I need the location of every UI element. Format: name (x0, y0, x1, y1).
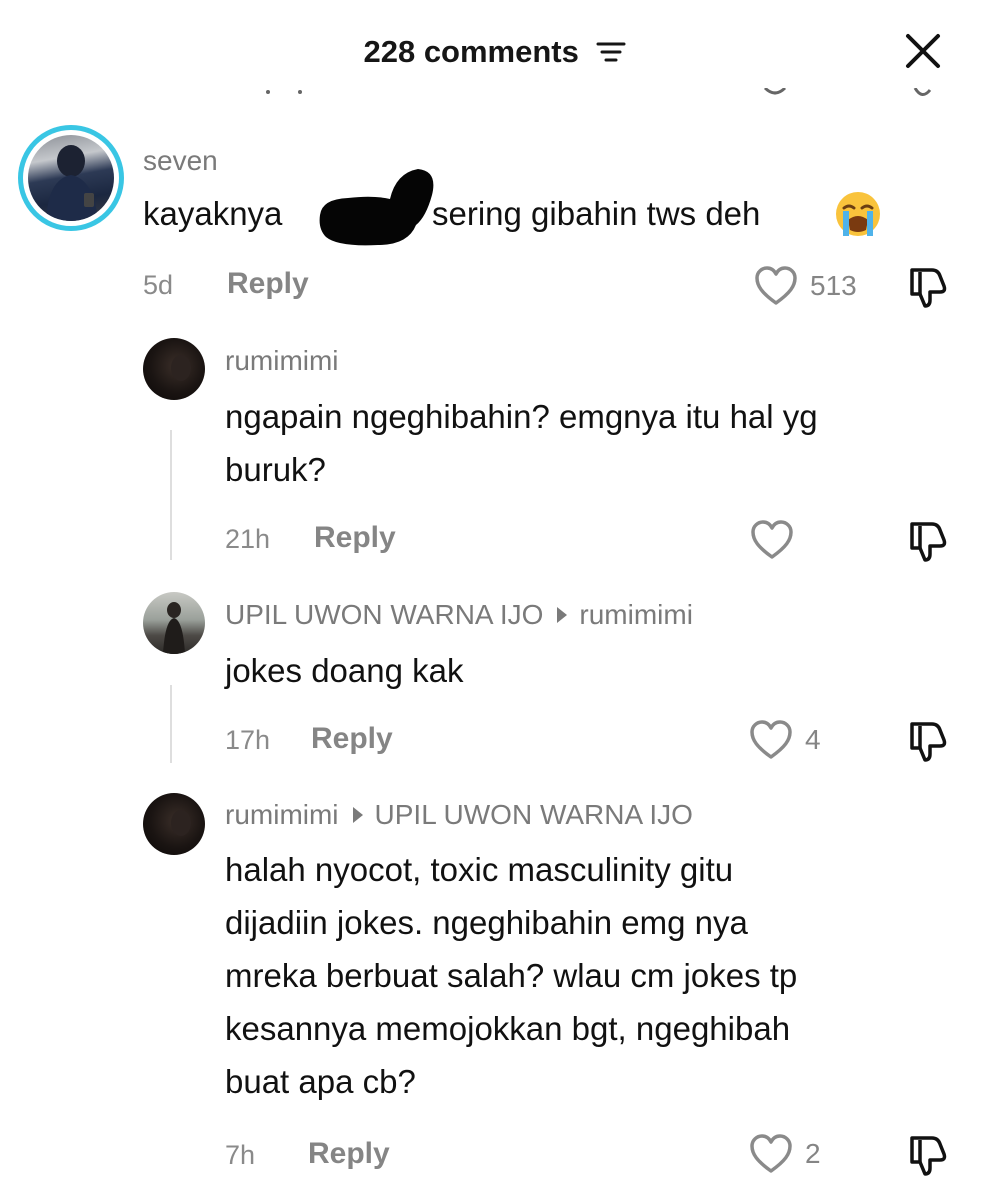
dislike-icon[interactable] (904, 518, 950, 564)
heart-icon[interactable] (749, 720, 793, 760)
reply-arrow-icon (352, 807, 363, 823)
loudly-crying-face-icon (836, 192, 880, 236)
reply-button[interactable]: Reply (314, 521, 396, 555)
avatar-figure (163, 602, 185, 654)
filter-lines-icon[interactable] (596, 39, 626, 65)
reply-time: 7h (225, 1140, 256, 1170)
reply-time: 21h (225, 524, 271, 554)
reply-username-line: rumimimi UPIL UWON WARNA IJO (225, 798, 693, 832)
reply-text-line: buat apa cb? (225, 1063, 416, 1100)
replied-to-username[interactable]: UPIL UWON WARNA IJO (375, 799, 693, 830)
dislike-icon[interactable] (904, 1132, 950, 1178)
reply-button[interactable]: Reply (227, 267, 309, 301)
heart-icon[interactable] (749, 1134, 793, 1174)
thread-line (170, 685, 172, 763)
reply-username[interactable]: rumimimi (225, 799, 339, 830)
redaction-scribble (319, 169, 434, 246)
dislike-icon[interactable] (904, 264, 950, 310)
heart-icon[interactable] (750, 520, 794, 560)
avatar-rumimimi[interactable] (143, 793, 205, 855)
comment-username[interactable]: seven (143, 144, 218, 178)
like-count: 2 (805, 1138, 821, 1169)
reply-text-line: dijadiin jokes. ngeghibahin emg nya (225, 904, 748, 941)
reply-text-line: buruk? (225, 451, 326, 488)
comment-text-end: sering gibahin tws deh (432, 195, 761, 232)
reply-text-line: ngapain ngeghibahin? emgnya itu hal yg (225, 398, 818, 435)
avatar-figure (46, 145, 98, 221)
dislike-icon[interactable] (904, 718, 950, 764)
clipped-previous-row (0, 88, 989, 104)
reply-time: 17h (225, 725, 271, 755)
avatar-rumimimi[interactable] (143, 338, 205, 400)
heart-icon[interactable] (754, 266, 798, 306)
clipped-content-fragments (266, 88, 932, 96)
comments-count-title: 228 comments (363, 33, 579, 69)
reply-button[interactable]: Reply (311, 722, 393, 756)
reply-text-line: mreka berbuat salah? wlau cm jokes tp (225, 957, 798, 994)
reply-username-line: UPIL UWON WARNA IJO rumimimi (225, 598, 693, 632)
reply-text-line: kesannya memojokkan bgt, ngeghibah (225, 1010, 791, 1047)
reply-button[interactable]: Reply (308, 1137, 390, 1171)
avatar-seven[interactable] (18, 125, 124, 231)
avatar-figure (171, 355, 191, 381)
replied-to-username[interactable]: rumimimi (579, 599, 693, 630)
reply-username[interactable]: UPIL UWON WARNA IJO (225, 599, 543, 630)
comment-text-start: kayaknya (143, 195, 283, 232)
reply-username[interactable]: rumimimi (225, 344, 339, 378)
reply-arrow-icon (557, 607, 568, 623)
close-x-icon[interactable] (900, 28, 946, 74)
avatar-upil-uwon-warna-ijo[interactable] (143, 592, 205, 654)
like-count: 4 (805, 724, 821, 755)
like-count: 513 (810, 270, 857, 301)
comment-time: 5d (143, 270, 174, 300)
avatar-figure (171, 810, 191, 836)
comments-header: 228 comments (0, 28, 989, 74)
thread-line (170, 430, 172, 560)
avatar-image (28, 135, 114, 221)
reply-text-line: jokes doang kak (225, 652, 464, 689)
reply-text-line: halah nyocot, toxic masculinity gitu (225, 851, 734, 888)
